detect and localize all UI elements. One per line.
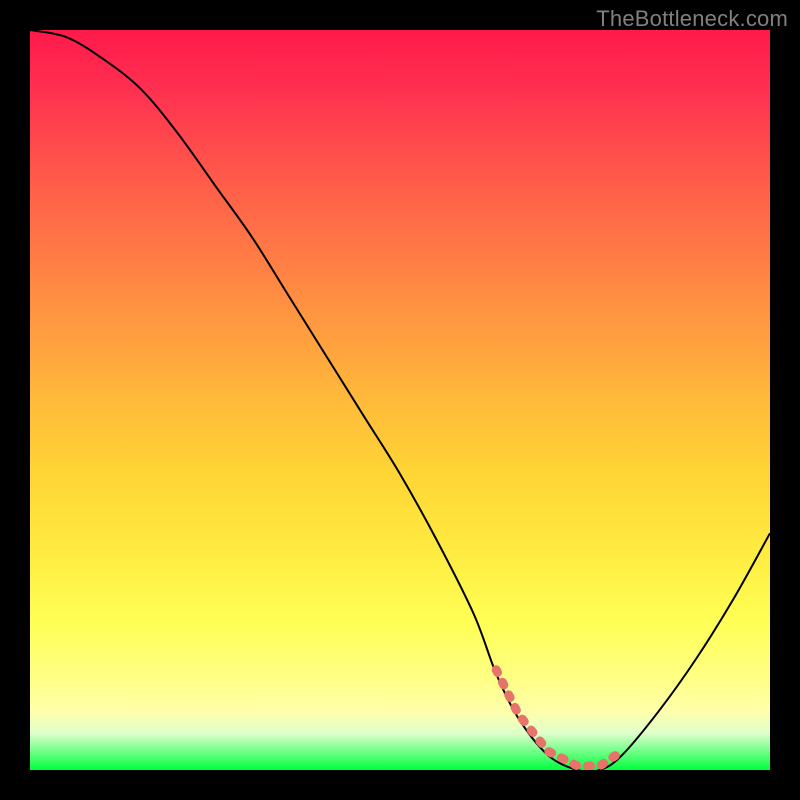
optimal-range-marker: [496, 670, 622, 766]
chart-plot-area: [30, 30, 770, 770]
bottleneck-curve-path: [30, 30, 770, 770]
watermark-text: TheBottleneck.com: [596, 6, 788, 32]
chart-svg: [30, 30, 770, 770]
